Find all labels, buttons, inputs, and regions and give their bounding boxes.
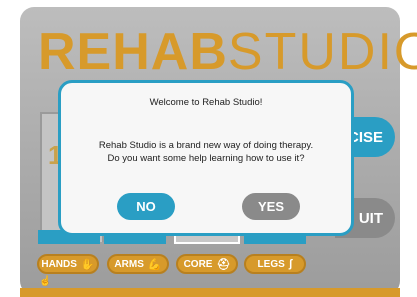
logo-bold-text: REHAB [38, 23, 228, 81]
no-button[interactable]: NO [117, 193, 175, 220]
welcome-dialog: Welcome to Rehab Studio! Rehab Studio is… [58, 80, 354, 236]
category-legs-button[interactable]: LEGS ʃ [244, 254, 306, 274]
category-hands-button[interactable]: HANDS ✋ [37, 254, 99, 274]
arm-icon: 💪 [147, 258, 162, 271]
dialog-message: Rehab Studio is a brand new way of doing… [61, 139, 351, 165]
category-label: HANDS [41, 258, 77, 270]
app-logo: REHABSTUDIO [38, 22, 417, 82]
dialog-title: Welcome to Rehab Studio! [149, 97, 263, 108]
category-label: LEGS [257, 258, 285, 270]
dialog-message-line: Do you want some help learning how to us… [107, 153, 305, 164]
leg-icon: ʃ [288, 258, 293, 270]
torso-icon: ⛑ [216, 258, 231, 271]
logo-thin-text: STUDIO [227, 23, 417, 81]
quit-button-label: UIT [358, 209, 383, 227]
category-core-button[interactable]: CORE ⛑ [176, 254, 238, 274]
yes-button[interactable]: YES [242, 193, 300, 220]
hand-cursor-icon: ☝ [39, 276, 52, 287]
dialog-message-line: Rehab Studio is a brand new way of doing… [98, 140, 314, 151]
hand-icon: ✋ [80, 258, 95, 271]
yes-button-label: YES [257, 199, 284, 214]
category-label: ARMS [114, 258, 144, 270]
category-label: CORE [183, 258, 213, 270]
bottom-bar [20, 288, 400, 297]
category-arms-button[interactable]: ARMS 💪 [107, 254, 169, 274]
no-button-label: NO [136, 199, 156, 214]
